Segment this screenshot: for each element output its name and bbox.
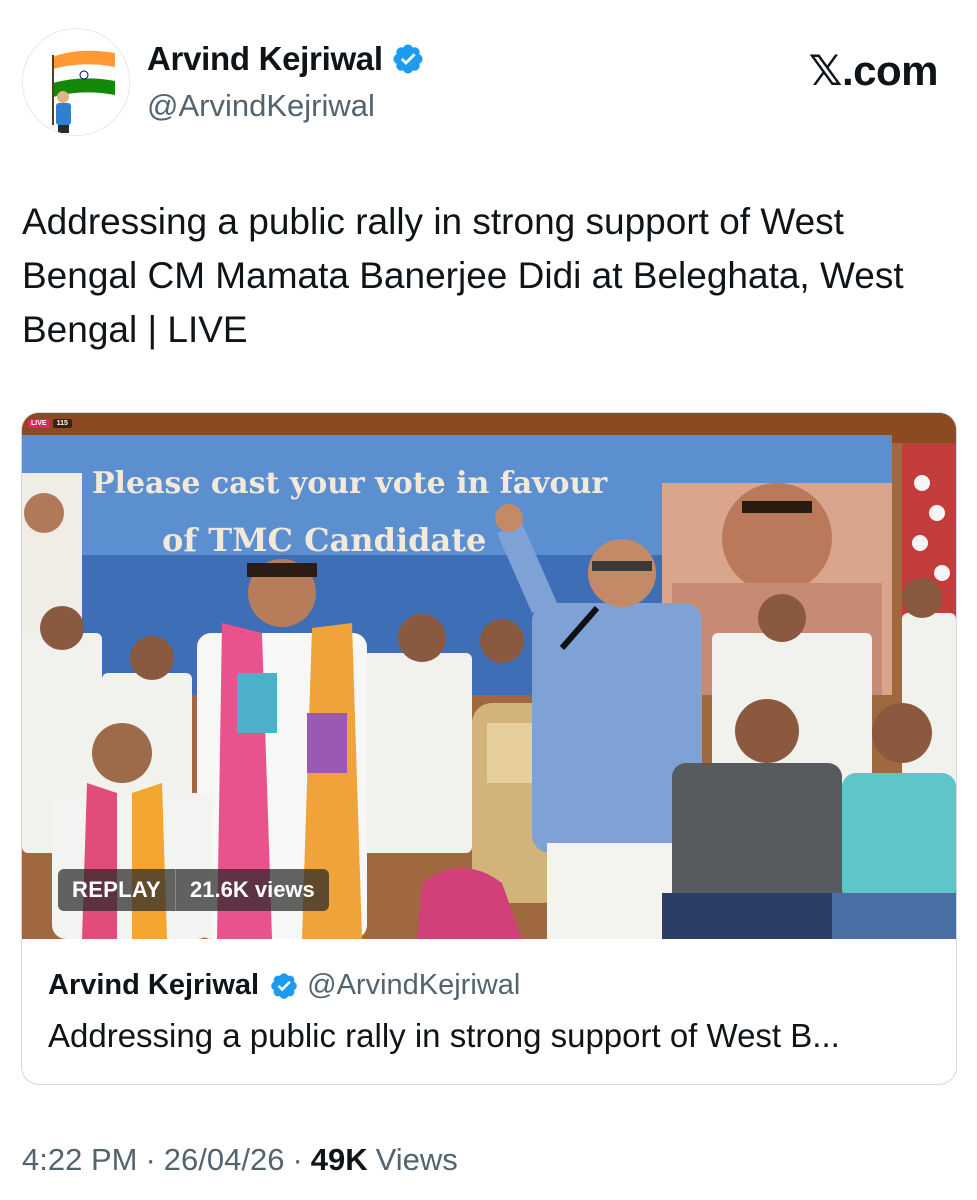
replay-label: REPLAY bbox=[72, 877, 162, 902]
video-player[interactable]: Please cast your vote in favour of TMC C… bbox=[22, 413, 956, 939]
live-viewer-count: 115 bbox=[52, 419, 72, 428]
post-date[interactable]: 26/04/26 bbox=[164, 1142, 285, 1178]
tweet-header: Arvind Kejriwal @ArvindKejriwal 𝕏.com bbox=[22, 28, 952, 138]
live-indicator: LIVE 115 bbox=[28, 419, 72, 428]
quote-author-name[interactable]: Arvind Kejriwal bbox=[48, 969, 259, 1002]
quote-verified-badge-icon bbox=[271, 972, 297, 999]
author-name-row: Arvind Kejriwal bbox=[147, 40, 425, 78]
video-views-label: 21.6K views bbox=[190, 877, 315, 902]
live-badge: LIVE bbox=[28, 419, 50, 428]
separator-dot: · bbox=[292, 1142, 303, 1177]
views-label: Views bbox=[375, 1142, 458, 1177]
author-handle[interactable]: @ArvindKejriwal bbox=[147, 88, 375, 124]
avatar[interactable] bbox=[22, 28, 130, 136]
rally-video-frame: Please cast your vote in favour of TMC C… bbox=[22, 413, 956, 939]
verified-badge-icon bbox=[393, 44, 423, 74]
tweet-text: Addressing a public rally in strong supp… bbox=[22, 201, 904, 350]
avatar-image bbox=[23, 29, 129, 135]
quote-author-handle[interactable]: @ArvindKejriwal bbox=[307, 969, 520, 1002]
banner-text-line1: Please cast your vote in favour bbox=[92, 466, 608, 501]
media-card[interactable]: Please cast your vote in favour of TMC C… bbox=[21, 412, 957, 1085]
tweet-footer: 4:22 PM · 26/04/26 · 49K Views bbox=[22, 1142, 458, 1178]
video-stats-overlay: REPLAY 21.6K views bbox=[58, 869, 329, 911]
banner-text-line2: of TMC Candidate bbox=[162, 521, 486, 559]
separator-dot: · bbox=[145, 1142, 156, 1177]
quote-author-row[interactable]: Arvind Kejriwal @ArvindKejriwal bbox=[48, 969, 520, 1002]
x-com-logo: 𝕏.com bbox=[808, 47, 939, 94]
views-count: 49K bbox=[310, 1142, 368, 1177]
quote-text[interactable]: Addressing a public rally in strong supp… bbox=[48, 1017, 928, 1055]
author-name[interactable]: Arvind Kejriwal bbox=[147, 40, 383, 78]
post-time[interactable]: 4:22 PM bbox=[22, 1142, 137, 1178]
